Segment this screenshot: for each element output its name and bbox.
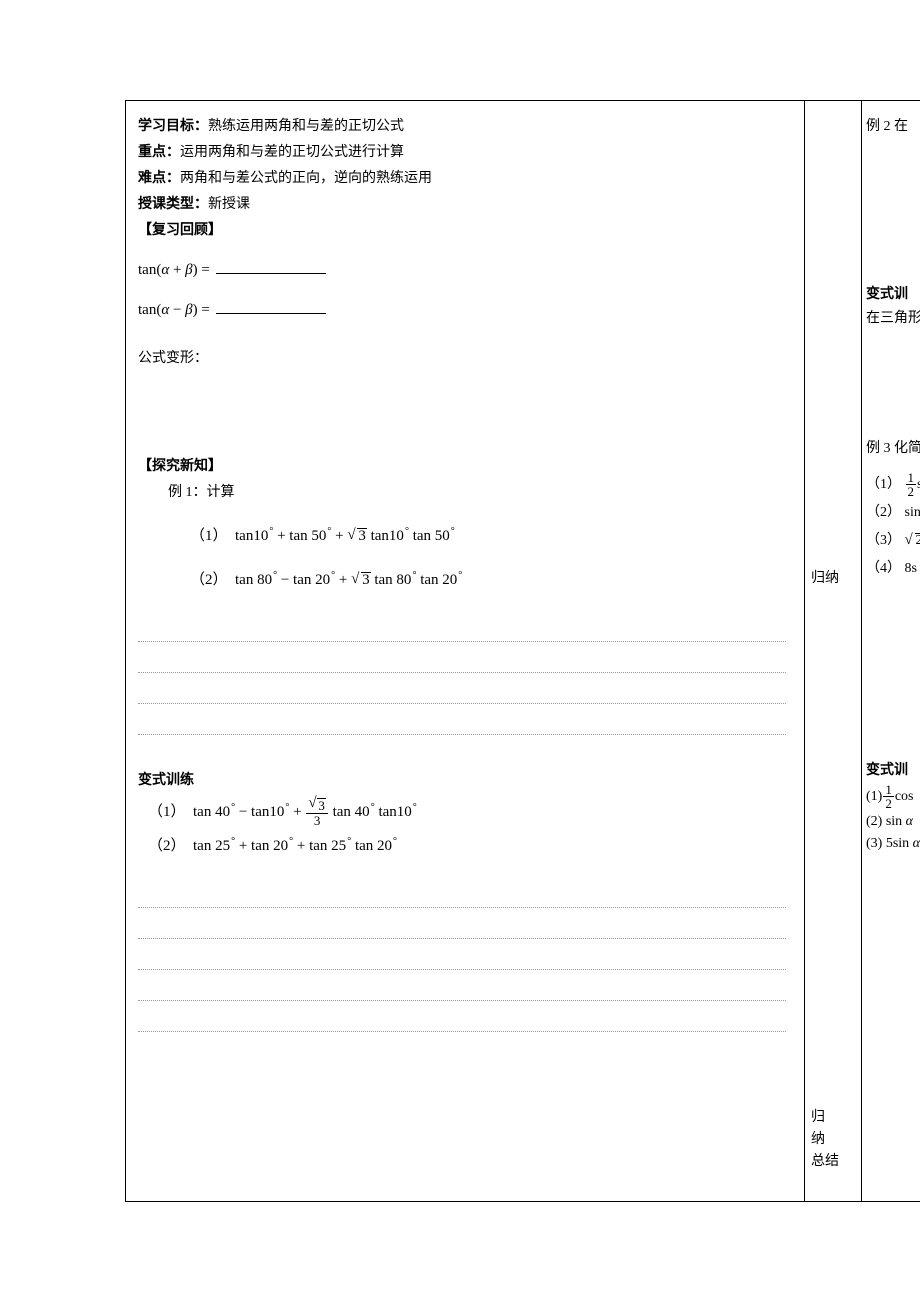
- item-prefix: （1）: [190, 528, 228, 544]
- tan-sum-formula: tan(α + β) =: [138, 257, 786, 283]
- fraction: 12: [883, 783, 894, 810]
- item-prefix: （1）: [148, 804, 186, 820]
- right-cutoff-column: 例 2 在 变式训 在三角形 例 3 化简 （1） 12s （2） sin （3…: [862, 101, 920, 1201]
- learning-goal-line: 学习目标：熟练运用两角和与差的正切公式: [138, 115, 786, 139]
- focus-label: 重点：: [138, 145, 180, 160]
- formula-text: tan 80° − tan 20° + 3 tan 80° tan 20°: [235, 572, 462, 588]
- right-item-3: （3） 2: [866, 527, 920, 555]
- difficulty-text: 两角和与差公式的正向，逆向的熟练运用: [180, 171, 432, 186]
- item-prefix: （1）: [866, 477, 901, 492]
- formula-transform-label: 公式变形：: [138, 347, 786, 371]
- page-frame: 学习目标：熟练运用两角和与差的正切公式 重点：运用两角和与差的正切公式进行计算 …: [125, 100, 920, 1202]
- dotted-line: [138, 1001, 786, 1032]
- dotted-line: [138, 939, 786, 970]
- item-prefix: （4）: [866, 561, 901, 576]
- dotted-line: [138, 673, 786, 704]
- blank-fill: [216, 299, 326, 314]
- right-b-item-2: (2) sin α: [866, 811, 920, 833]
- lesson-type-label: 授课类型：: [138, 197, 208, 212]
- main-column: 学习目标：熟练运用两角和与差的正切公式 重点：运用两角和与差的正切公式进行计算 …: [126, 101, 804, 1201]
- sidebar-label-line: 总结: [811, 1151, 861, 1173]
- difficulty-line: 难点：两角和与差公式的正向，逆向的熟练运用: [138, 167, 786, 191]
- formula-text: 8s: [905, 561, 917, 576]
- example-1-label: 例 1：计算: [168, 481, 786, 505]
- dotted-line: [138, 704, 786, 735]
- item-prefix: （3）: [866, 533, 901, 548]
- right-item-2: （2） sin: [866, 499, 920, 527]
- item-prefix: (3): [866, 836, 882, 851]
- tan-diff-lhs: tan(α − β) =: [138, 302, 210, 318]
- learning-goal-label: 学习目标：: [138, 119, 208, 134]
- learning-goal-text: 熟练运用两角和与差的正切公式: [208, 119, 404, 134]
- item-prefix: (1): [866, 789, 882, 804]
- tan-sum-lhs: tan(α + β) =: [138, 262, 210, 278]
- item-prefix: （2）: [866, 505, 901, 520]
- right-b-item-3: (3) 5sin α: [866, 833, 920, 855]
- dotted-line: [138, 970, 786, 1001]
- lesson-type-text: 新授课: [208, 197, 250, 212]
- variant-heading-right-2: 变式训: [866, 759, 920, 783]
- variant-heading-right: 变式训: [866, 283, 920, 307]
- focus-line: 重点：运用两角和与差的正切公式进行计算: [138, 141, 786, 165]
- writing-lines: [138, 877, 786, 1032]
- blank-fill: [216, 259, 326, 274]
- item-prefix: （2）: [148, 838, 186, 854]
- explore-heading: 【探究新知】: [138, 455, 786, 479]
- right-item-4: （4） 8s: [866, 555, 920, 583]
- item-prefix: （2）: [190, 572, 228, 588]
- formula-text: tan 25° + tan 20° + tan 25° tan 20°: [193, 838, 397, 854]
- lesson-type-line: 授课类型：新授课: [138, 193, 786, 217]
- dotted-line: [138, 642, 786, 673]
- sidebar-label-conclusion: 归 纳 总结: [811, 1107, 861, 1173]
- variant-heading: 变式训练: [138, 769, 786, 793]
- variant-item-2: （2） tan 25° + tan 20° + tan 25° tan 20°: [148, 829, 786, 859]
- dotted-line: [138, 877, 786, 908]
- difficulty-label: 难点：: [138, 171, 180, 186]
- tail-text: cos: [895, 789, 914, 804]
- formula-text: tan 40° − tan10° + 33 tan 40° tan10°: [193, 804, 417, 820]
- example-1-item-1: （1） tan10° + tan 50° + 3 tan10° tan 50°: [190, 519, 786, 549]
- right-b-item-1: (1)12cos: [866, 783, 920, 811]
- right-item-1: （1） 12s: [866, 471, 920, 499]
- formula-text: sin α: [882, 814, 913, 829]
- formula-text: sin: [905, 505, 920, 520]
- sqrt-symbol: 2: [905, 527, 920, 555]
- right-text-triangle: 在三角形: [866, 307, 920, 331]
- review-heading: 【复习回顾】: [138, 219, 786, 243]
- focus-text: 运用两角和与差的正切公式进行计算: [180, 145, 404, 160]
- example-3-label: 例 3 化简: [866, 437, 920, 461]
- example-2-label: 例 2 在: [866, 115, 920, 139]
- writing-lines: [138, 611, 786, 735]
- sidebar-label-line: 归 纳: [811, 1107, 861, 1151]
- tan-diff-formula: tan(α − β) =: [138, 297, 786, 323]
- item-prefix: (2): [866, 814, 882, 829]
- formula-text: 5sin α: [882, 836, 920, 851]
- sidebar-column: 归纳 归 纳 总结: [804, 101, 862, 1201]
- formula-text: tan10° + tan 50° + 3 tan10° tan 50°: [235, 528, 455, 544]
- dotted-line: [138, 611, 786, 642]
- variant-item-1: （1） tan 40° − tan10° + 33 tan 40° tan10°: [148, 795, 786, 827]
- sidebar-label-summary: 归纳: [811, 569, 839, 589]
- fraction: 12: [906, 471, 917, 498]
- dotted-line: [138, 908, 786, 939]
- example-1-item-2: （2） tan 80° − tan 20° + 3 tan 80° tan 20…: [190, 563, 786, 593]
